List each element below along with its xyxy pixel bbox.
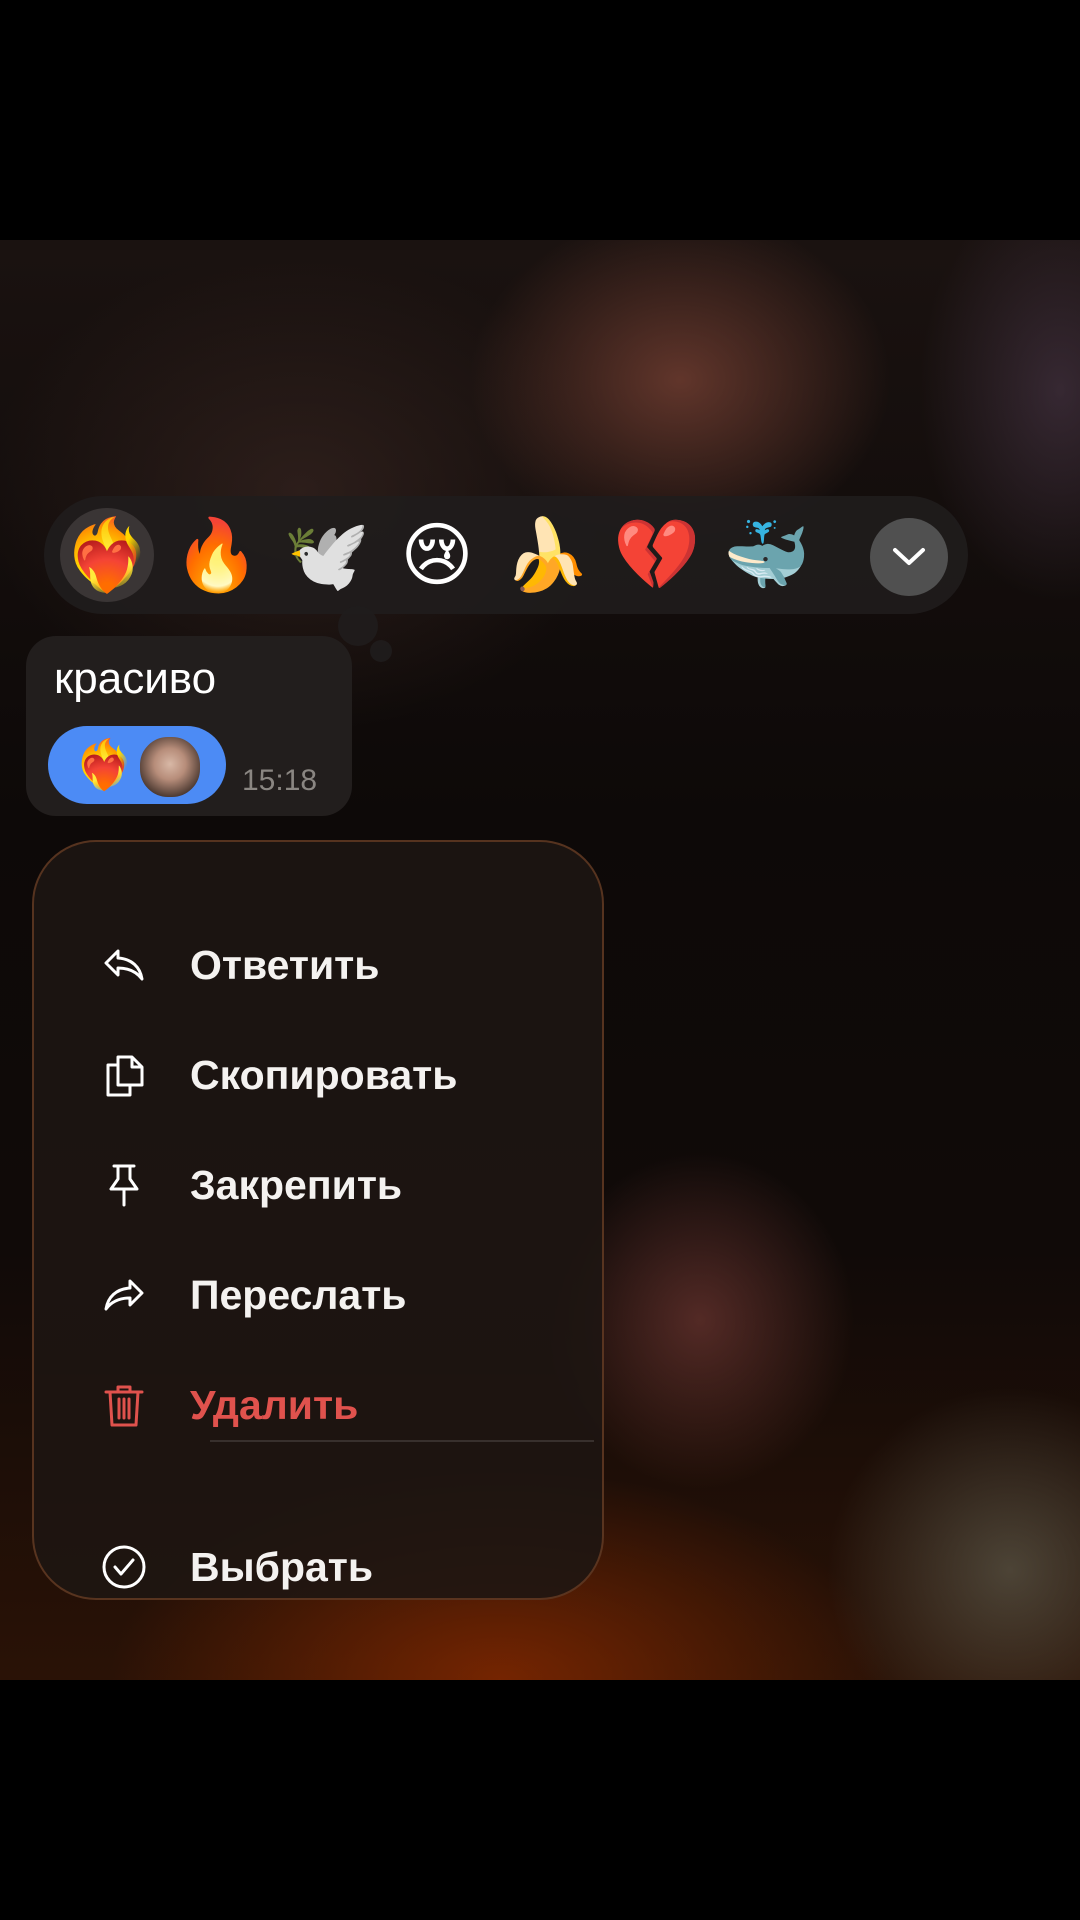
copy-icon [106, 1055, 144, 1097]
avatar [138, 735, 202, 799]
menu-item-forward[interactable]: Переслать [34, 1250, 602, 1340]
message-text: красиво [54, 654, 217, 703]
reaction-whale[interactable]: 🐳 [720, 508, 814, 602]
reaction-crying-face[interactable]: 😢 [390, 508, 484, 602]
chat-screen: ❤️‍🔥 🔥 🕊️ 😢 🍌 💔 🐳 красиво ❤️‍🔥 15:18 Отв… [0, 240, 1080, 1680]
reaction-bar-tail-small [370, 640, 392, 662]
pin-icon [109, 1164, 139, 1207]
menu-label-reply: Ответить [190, 941, 380, 988]
expand-reactions-button[interactable] [870, 518, 948, 596]
message-reaction-chip[interactable]: ❤️‍🔥 [48, 726, 226, 804]
menu-label-select: Выбрать [190, 1543, 374, 1590]
menu-item-select[interactable]: Выбрать [34, 1522, 602, 1612]
context-menu: Ответить Скопировать Закрепить Переслать [32, 840, 604, 1600]
menu-divider [210, 1440, 594, 1442]
forward-icon [104, 1279, 144, 1311]
menu-label-forward: Переслать [190, 1271, 407, 1318]
reaction-banana[interactable]: 🍌 [500, 508, 594, 602]
menu-label-delete: Удалить [190, 1381, 359, 1428]
check-circle-icon [102, 1545, 146, 1589]
reaction-broken-heart[interactable]: 💔 [610, 508, 704, 602]
reaction-bar: ❤️‍🔥 🔥 🕊️ 😢 🍌 💔 🐳 [44, 496, 968, 614]
chevron-down-icon [893, 548, 925, 565]
heart-on-fire-icon: ❤️‍🔥 [74, 737, 134, 793]
menu-item-copy[interactable]: Скопировать [34, 1030, 602, 1120]
menu-item-pin[interactable]: Закрепить [34, 1140, 602, 1230]
reaction-fire[interactable]: 🔥 [170, 508, 264, 602]
message-bubble[interactable]: красиво ❤️‍🔥 15:18 [26, 636, 352, 816]
menu-label-pin: Закрепить [190, 1161, 403, 1208]
menu-item-delete[interactable]: Удалить [34, 1360, 602, 1450]
reaction-dove[interactable]: 🕊️ [280, 508, 374, 602]
reaction-bar-tail [338, 606, 378, 646]
message-time: 15:18 [242, 764, 318, 797]
reply-icon [104, 949, 144, 981]
trash-icon [104, 1385, 144, 1427]
menu-item-reply[interactable]: Ответить [34, 920, 602, 1010]
menu-label-copy: Скопировать [190, 1051, 458, 1098]
reaction-heart-on-fire[interactable]: ❤️‍🔥 [60, 508, 154, 602]
